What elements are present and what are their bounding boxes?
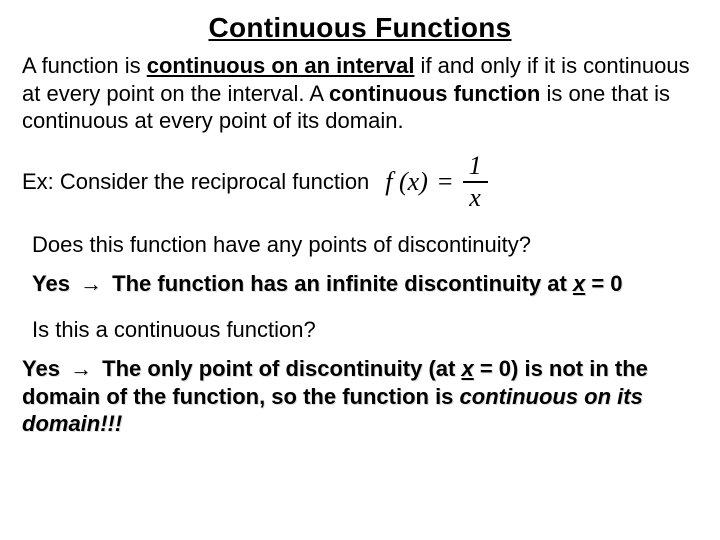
arrow-icon: → [66, 355, 96, 383]
definition-paragraph: A function is continuous on an interval … [22, 52, 698, 135]
page-title: Continuous Functions [22, 12, 698, 44]
answer-2: Yes → The only point of discontinuity (a… [22, 355, 698, 438]
formula-numerator: 1 [463, 153, 488, 181]
question-1: Does this function have any points of di… [32, 231, 698, 259]
answer-1-yes: Yes [32, 271, 76, 296]
slide: Continuous Functions A function is conti… [0, 0, 720, 540]
formula: f (x) = 1 x [379, 153, 487, 211]
question-2: Is this a continuous function? [32, 316, 698, 344]
arrow-icon: → [76, 270, 106, 298]
formula-fraction: 1 x [463, 153, 488, 211]
text: A function is [22, 53, 147, 78]
example-lead: Ex: Consider the reciprocal function [22, 168, 369, 196]
text: = 0 [585, 271, 622, 296]
var-x: x [461, 356, 473, 381]
formula-eq: = [438, 167, 453, 197]
answer-2-yes: Yes [22, 356, 66, 381]
term-continuous-function: continuous function [329, 81, 540, 106]
text: The only point of discontinuity (at [96, 356, 461, 381]
formula-lhs: f (x) [385, 167, 428, 197]
formula-denominator: x [463, 183, 487, 211]
answer-1: Yes → The function has an infinite disco… [32, 270, 698, 298]
var-x: x [573, 271, 585, 296]
example-row: Ex: Consider the reciprocal function f (… [22, 153, 698, 211]
text: The function has an infinite discontinui… [106, 271, 573, 296]
term-interval: continuous on an interval [147, 53, 415, 78]
